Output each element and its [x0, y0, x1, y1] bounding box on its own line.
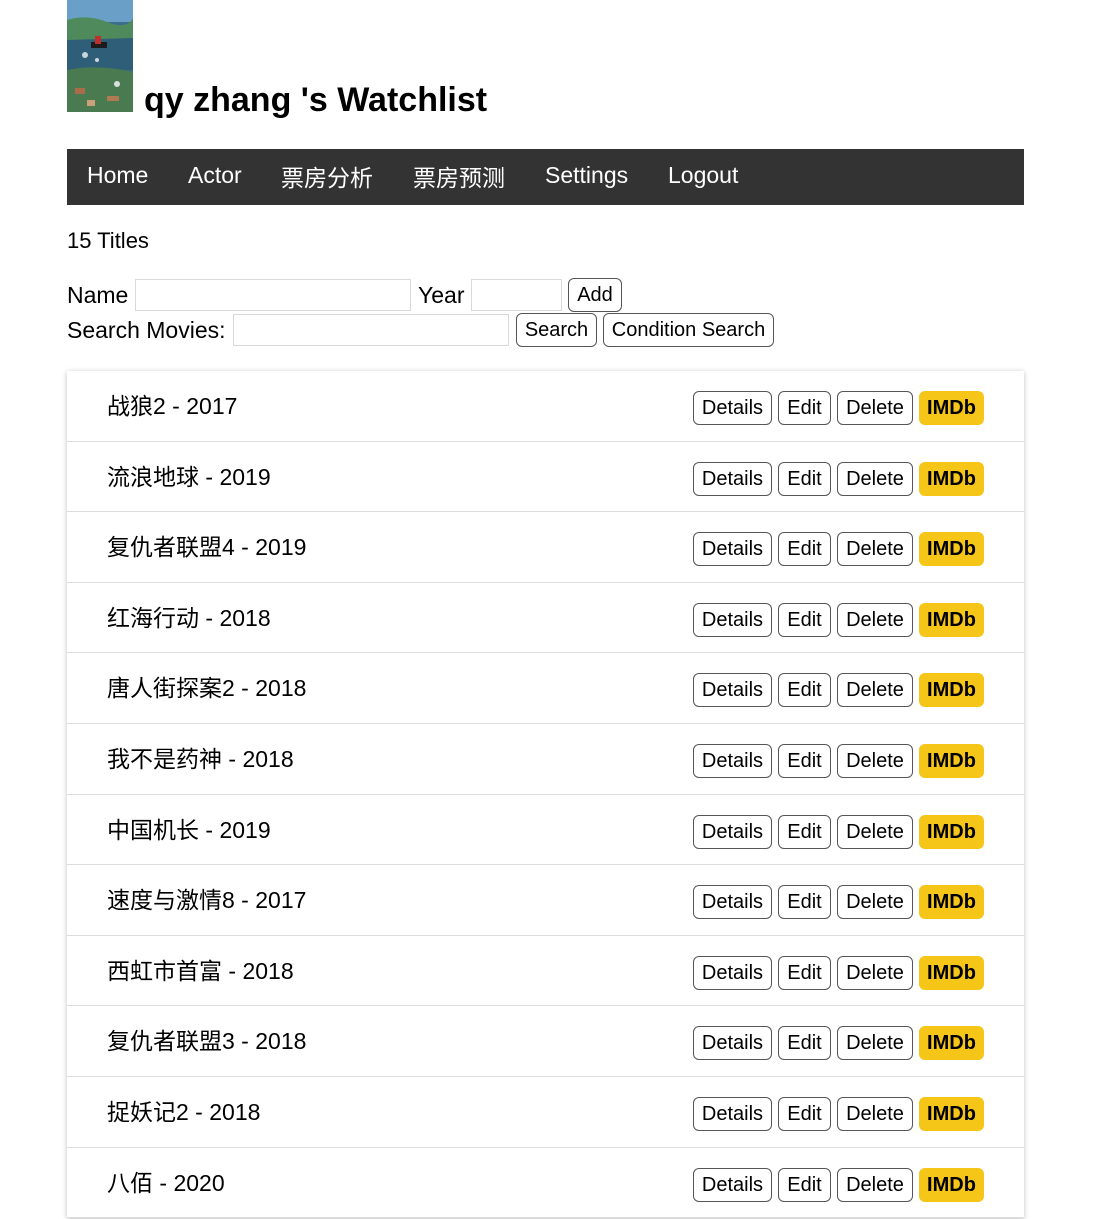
name-label: Name [67, 282, 129, 308]
nav-box-office-analysis-link[interactable]: 票房分析 [281, 149, 373, 205]
imdb-button[interactable]: IMDb [919, 532, 984, 567]
delete-button[interactable]: Delete [837, 1096, 913, 1131]
edit-button[interactable]: Edit [778, 1026, 831, 1061]
movie-list-item: 速度与激情8 - 2017 Details Edit Delete IMDb [67, 865, 1024, 936]
titles-count: 15 Titles [67, 228, 149, 253]
movie-title: 速度与激情8 - 2017 [107, 887, 307, 914]
imdb-button[interactable]: IMDb [919, 1026, 984, 1061]
avatar [67, 0, 133, 112]
details-button[interactable]: Details [693, 955, 772, 990]
movie-list-item: 复仇者联盟4 - 2019 Details Edit Delete IMDb [67, 512, 1024, 583]
search-button[interactable]: Search [516, 313, 597, 347]
imdb-button[interactable]: IMDb [919, 1167, 984, 1202]
delete-button[interactable]: Delete [837, 1167, 913, 1202]
delete-button[interactable]: Delete [837, 743, 913, 778]
details-button[interactable]: Details [693, 1026, 772, 1061]
imdb-button[interactable]: IMDb [919, 814, 984, 849]
movie-title: 捉妖记2 - 2018 [107, 1098, 261, 1125]
nav-settings-link[interactable]: Settings [545, 149, 628, 205]
imdb-button[interactable]: IMDb [919, 673, 984, 708]
edit-button[interactable]: Edit [778, 1167, 831, 1202]
delete-button[interactable]: Delete [837, 885, 913, 920]
edit-button[interactable]: Edit [778, 673, 831, 708]
details-button[interactable]: Details [693, 885, 772, 920]
movie-list-item: 复仇者联盟3 - 2018 Details Edit Delete IMDb [67, 1006, 1024, 1077]
navbar: Home Actor 票房分析 票房预测 Settings Logout [67, 149, 1024, 205]
movie-list-item: 战狼2 - 2017 Details Edit Delete IMDb [67, 371, 1024, 442]
page-title: qy zhang 's Watchlist [144, 81, 488, 119]
page-container: qy zhang 's Watchlist Home Actor 票房分析 票房… [67, 0, 1024, 1219]
nav-box-office-forecast-link[interactable]: 票房预测 [413, 149, 505, 205]
search-input[interactable] [233, 314, 509, 346]
imdb-button[interactable]: IMDb [919, 743, 984, 778]
edit-button[interactable]: Edit [778, 814, 831, 849]
details-button[interactable]: Details [693, 391, 772, 425]
imdb-button[interactable]: IMDb [919, 885, 984, 920]
movie-list-item: 西虹市首富 - 2018 Details Edit Delete IMDb [67, 936, 1024, 1007]
movie-title: 流浪地球 - 2019 [107, 463, 271, 490]
nav-home-link[interactable]: Home [87, 149, 148, 205]
edit-button[interactable]: Edit [778, 461, 831, 496]
year-input[interactable] [471, 279, 562, 311]
condition-search-button[interactable]: Condition Search [603, 313, 774, 347]
delete-button[interactable]: Delete [837, 814, 913, 849]
delete-button[interactable]: Delete [837, 461, 913, 496]
delete-button[interactable]: Delete [837, 1026, 913, 1061]
details-button[interactable]: Details [693, 461, 772, 496]
imdb-button[interactable]: IMDb [919, 1096, 984, 1131]
year-label: Year [418, 282, 465, 308]
edit-button[interactable]: Edit [778, 885, 831, 920]
imdb-button[interactable]: IMDb [919, 461, 984, 496]
edit-button[interactable]: Edit [778, 1096, 831, 1131]
movie-title: 战狼2 - 2017 [107, 393, 238, 419]
movie-title: 西虹市首富 - 2018 [107, 957, 294, 984]
movie-title: 唐人街探案2 - 2018 [107, 675, 307, 702]
movie-list-item: 唐人街探案2 - 2018 Details Edit Delete IMDb [67, 653, 1024, 724]
delete-button[interactable]: Delete [837, 391, 913, 425]
edit-button[interactable]: Edit [778, 743, 831, 778]
details-button[interactable]: Details [693, 814, 772, 849]
add-movie-form: Name Year Add [67, 278, 1024, 312]
edit-button[interactable]: Edit [778, 391, 831, 425]
imdb-button[interactable]: IMDb [919, 955, 984, 990]
movie-title: 中国机长 - 2019 [107, 816, 271, 843]
details-button[interactable]: Details [693, 602, 772, 637]
movie-list-item: 八佰 - 2020 Details Edit Delete IMDb [67, 1148, 1024, 1219]
delete-button[interactable]: Delete [837, 602, 913, 637]
details-button[interactable]: Details [693, 743, 772, 778]
movie-list-item: 捉妖记2 - 2018 Details Edit Delete IMDb [67, 1077, 1024, 1148]
add-button[interactable]: Add [568, 278, 622, 312]
delete-button[interactable]: Delete [837, 955, 913, 990]
edit-button[interactable]: Edit [778, 602, 831, 637]
edit-button[interactable]: Edit [778, 532, 831, 567]
edit-button[interactable]: Edit [778, 955, 831, 990]
movie-title: 我不是药神 - 2018 [107, 745, 294, 772]
search-form: Search Movies: Search Condition Search [67, 313, 1024, 347]
movie-list: 战狼2 - 2017 Details Edit Delete IMDb 流浪地球 - 20… [67, 371, 1024, 1219]
name-input[interactable] [135, 279, 411, 311]
movie-list-item: 红海行动 - 2018 Details Edit Delete IMDb [67, 583, 1024, 654]
nav-actor-link[interactable]: Actor [188, 149, 242, 205]
imdb-button[interactable]: IMDb [919, 391, 984, 425]
details-button[interactable]: Details [693, 673, 772, 708]
movie-list-item: 流浪地球 - 2019 Details Edit Delete IMDb [67, 442, 1024, 513]
search-movies-label: Search Movies: [67, 317, 226, 343]
movie-list-item: 中国机长 - 2019 Details Edit Delete IMDb [67, 795, 1024, 866]
header: qy zhang 's Watchlist [67, 0, 1024, 119]
delete-button[interactable]: Delete [837, 532, 913, 567]
movie-list-item: 我不是药神 - 2018 Details Edit Delete IMDb [67, 724, 1024, 795]
movie-title: 复仇者联盟4 - 2019 [107, 534, 307, 561]
nav-logout-link[interactable]: Logout [668, 149, 738, 205]
delete-button[interactable]: Delete [837, 673, 913, 708]
movie-title: 复仇者联盟3 - 2018 [107, 1028, 307, 1055]
movie-title: 八佰 - 2020 [107, 1169, 225, 1196]
movie-title: 红海行动 - 2018 [107, 604, 271, 631]
details-button[interactable]: Details [693, 1167, 772, 1202]
details-button[interactable]: Details [693, 532, 772, 567]
details-button[interactable]: Details [693, 1096, 772, 1131]
imdb-button[interactable]: IMDb [919, 602, 984, 637]
